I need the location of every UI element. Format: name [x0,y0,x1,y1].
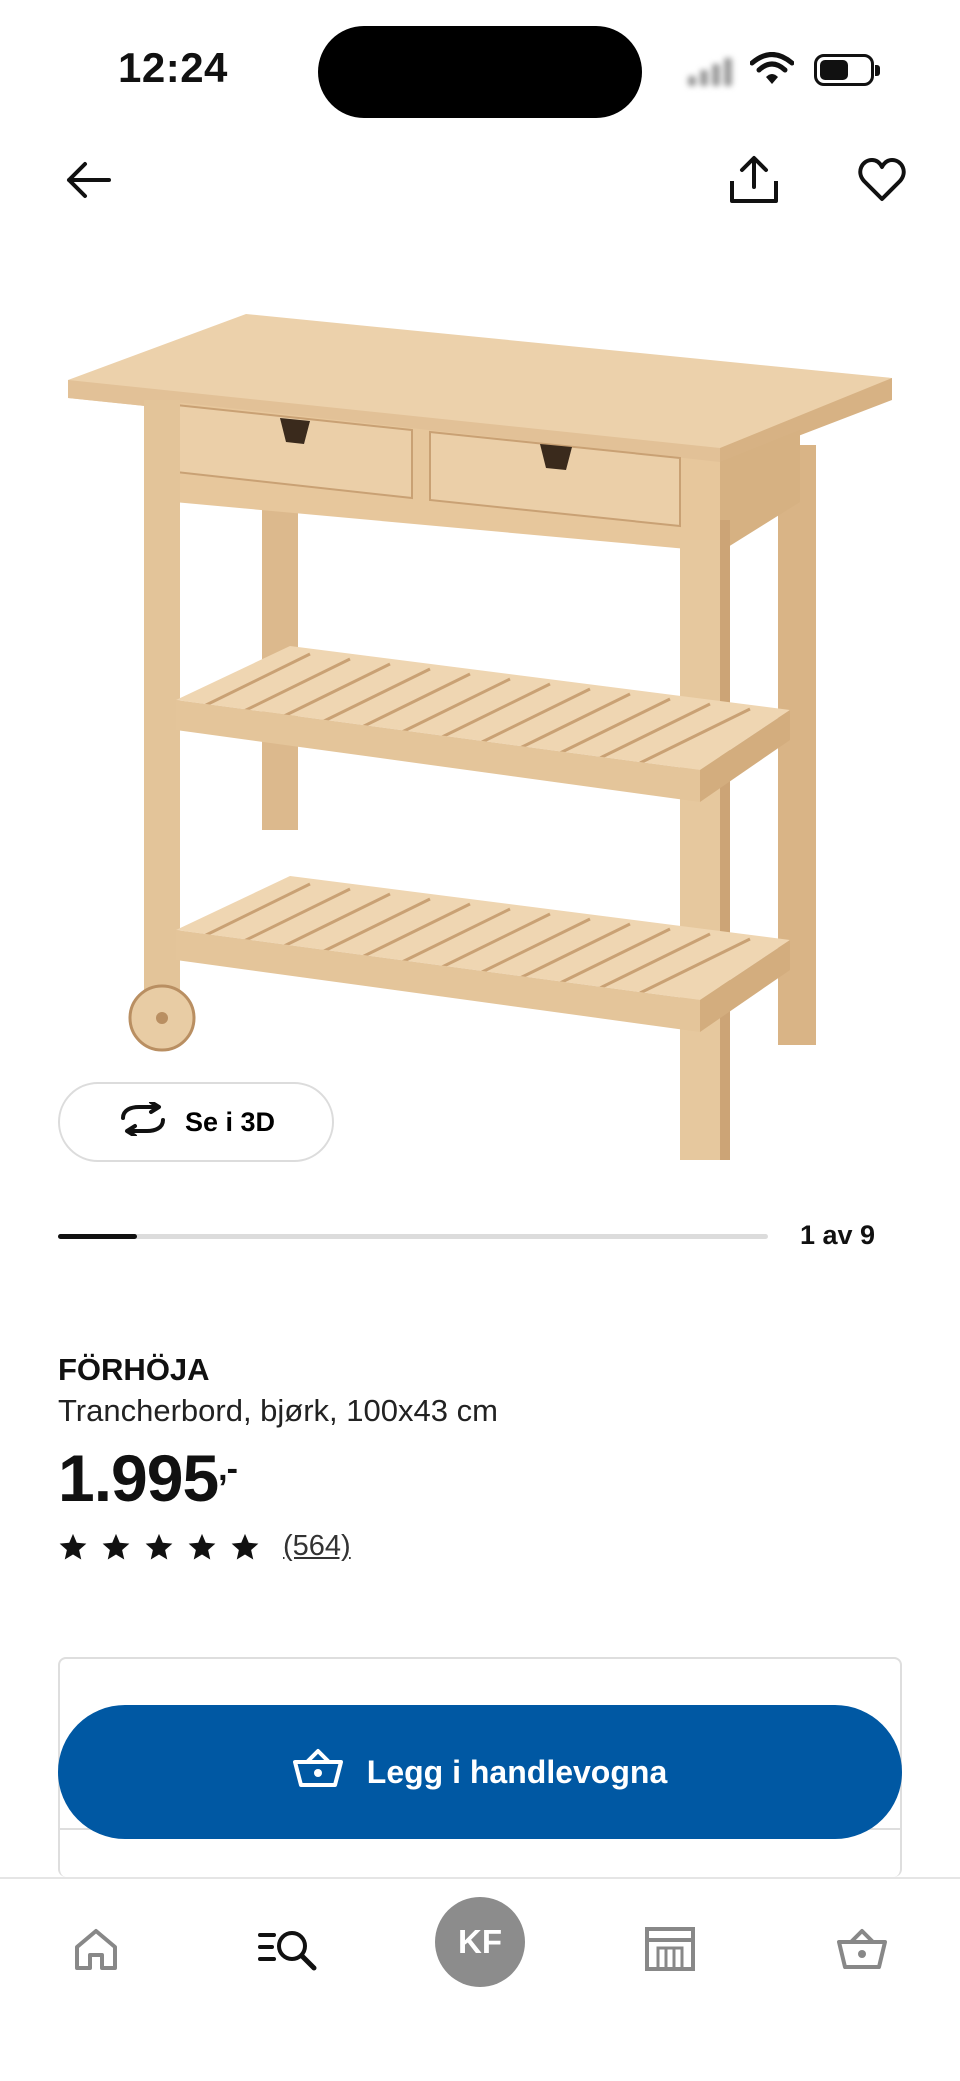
see-in-3d-label: Se i 3D [184,1106,276,1137]
home-icon[interactable] [56,1909,136,1989]
favorite-heart-icon[interactable] [846,144,918,216]
status-bar: 12:24 [0,0,960,130]
cellular-signal-icon [688,56,736,86]
rotate-3d-icon [117,1099,169,1143]
top-navigation [0,140,960,230]
share-icon[interactable] [718,144,790,216]
gallery-progress-bar [58,1234,768,1239]
price-value: 1.995 [58,1441,219,1515]
star-icon [231,1533,259,1559]
product-description: Trancherbord, bjørk, 100x43 cm [58,1393,498,1428]
see-in-3d-button[interactable]: Se i 3D [58,1082,334,1162]
gallery-counter: 1 av 9 [800,1220,876,1250]
product-name: FÖRHÖJA [58,1352,210,1387]
price-suffix: ,- [218,1450,238,1488]
product-image[interactable] [0,240,960,1180]
star-icon [102,1533,130,1559]
cart-icon[interactable] [822,1909,902,1989]
review-count-link[interactable]: (564) [283,1530,351,1563]
back-arrow-icon[interactable] [52,144,124,216]
store-icon[interactable] [630,1909,710,1989]
status-time: 12:24 [118,44,228,91]
battery-icon [814,54,880,86]
gallery-progress-fill [58,1234,137,1239]
add-to-cart-button[interactable]: Legg i handlevogna [58,1705,902,1839]
dynamic-island [318,26,642,118]
star-icon [188,1533,216,1559]
search-icon[interactable] [248,1909,328,1989]
shopping-basket-icon [292,1748,343,1796]
product-price: 1.995,- [58,1440,238,1516]
product-rating[interactable]: (564) [58,1530,351,1563]
account-avatar[interactable]: KF [435,1897,525,1987]
bottom-tab-bar: KF [0,1877,960,2081]
add-to-cart-label: Legg i handlevogna [366,1753,668,1790]
star-icon [145,1533,173,1559]
star-icon [59,1533,87,1559]
wifi-icon [749,52,795,91]
